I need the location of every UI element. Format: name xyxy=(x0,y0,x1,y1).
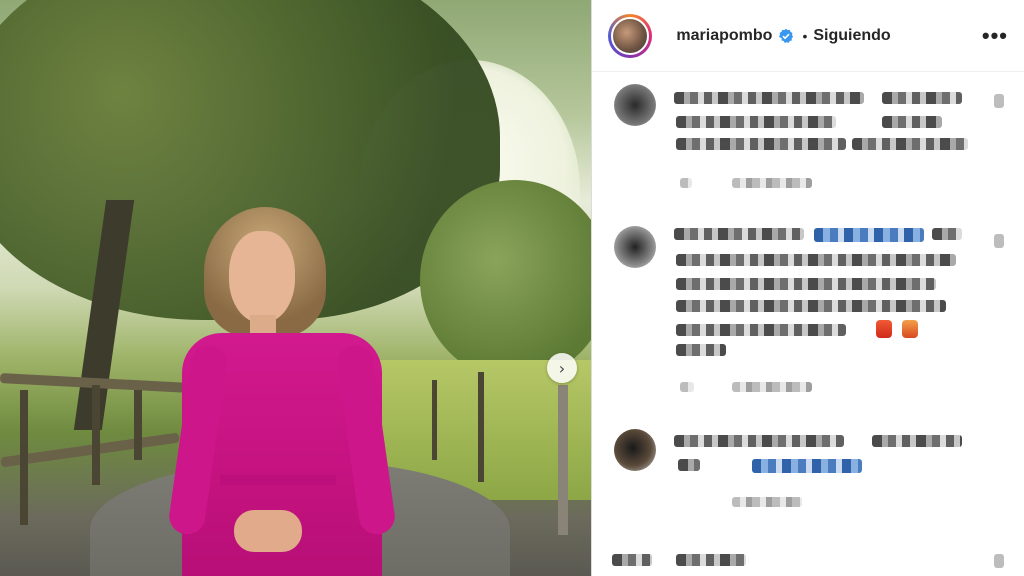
comment-text-redacted xyxy=(852,138,969,150)
woman-in-pink-dress xyxy=(166,205,398,576)
comment-text-redacted xyxy=(932,228,963,240)
emoji-icon xyxy=(876,320,893,338)
chevron-right-icon: › xyxy=(558,358,566,378)
comment-text-redacted xyxy=(678,459,701,471)
like-heart-icon[interactable] xyxy=(994,554,1005,568)
username-link[interactable]: mariapombo xyxy=(676,27,772,45)
mention-link-redacted[interactable] xyxy=(752,459,863,473)
post-sidebar: mariapombo • Siguiendo ••• xyxy=(591,0,1024,576)
comment-text-redacted xyxy=(676,554,747,566)
commenter-avatar[interactable] xyxy=(614,429,657,471)
comment-text-redacted xyxy=(612,554,653,566)
separator-dot: • xyxy=(802,27,808,44)
avatar xyxy=(611,16,650,55)
comment-text-redacted xyxy=(674,228,805,240)
comment-meta-redacted xyxy=(680,382,695,392)
face xyxy=(229,231,295,323)
post-photo: › xyxy=(0,0,592,576)
like-heart-icon[interactable] xyxy=(994,94,1005,108)
dress-belt xyxy=(220,475,336,485)
verified-badge-icon xyxy=(778,28,794,44)
comment-text-redacted xyxy=(882,116,943,128)
instagram-post-view: › mariapombo • Siguiendo ••• xyxy=(0,0,1024,576)
comment-text-redacted xyxy=(676,254,957,266)
comment-item xyxy=(592,220,1024,410)
comment-text-redacted xyxy=(674,435,845,447)
comment-text-redacted xyxy=(676,278,937,290)
comment-item xyxy=(592,80,1024,200)
hands xyxy=(234,510,302,552)
commenter-avatar[interactable] xyxy=(614,84,657,126)
comment-meta-redacted xyxy=(680,178,693,188)
mention-link-redacted[interactable] xyxy=(814,228,925,242)
comment-item xyxy=(592,425,1024,525)
fence-post xyxy=(20,390,28,525)
comment-text-redacted xyxy=(882,92,963,104)
fence-post xyxy=(558,385,568,535)
comment-text-redacted xyxy=(676,116,837,128)
comment-text-redacted xyxy=(674,92,865,104)
comment-text-redacted xyxy=(676,344,727,356)
comment-meta-redacted xyxy=(732,382,813,392)
fence-post xyxy=(92,385,100,485)
like-heart-icon[interactable] xyxy=(994,234,1005,248)
next-photo-button[interactable]: › xyxy=(547,353,577,383)
post-header: mariapombo • Siguiendo ••• xyxy=(592,0,1024,72)
fence-post xyxy=(478,372,484,482)
commenter-avatar[interactable] xyxy=(614,226,657,268)
background-trees xyxy=(420,180,592,380)
comment-text-redacted xyxy=(872,435,963,447)
story-ring[interactable] xyxy=(608,13,653,58)
more-options-icon[interactable]: ••• xyxy=(982,23,1008,49)
comment-meta-redacted xyxy=(732,497,803,507)
comment-text-redacted xyxy=(676,300,947,312)
comment-text-redacted xyxy=(676,138,847,150)
comment-item xyxy=(592,548,1024,576)
emoji-icon xyxy=(902,320,919,338)
fence-post xyxy=(432,380,437,460)
fence-post xyxy=(134,390,142,460)
comment-meta-redacted xyxy=(732,178,813,188)
comment-text-redacted xyxy=(676,324,847,336)
following-button[interactable]: Siguiendo xyxy=(813,27,890,45)
